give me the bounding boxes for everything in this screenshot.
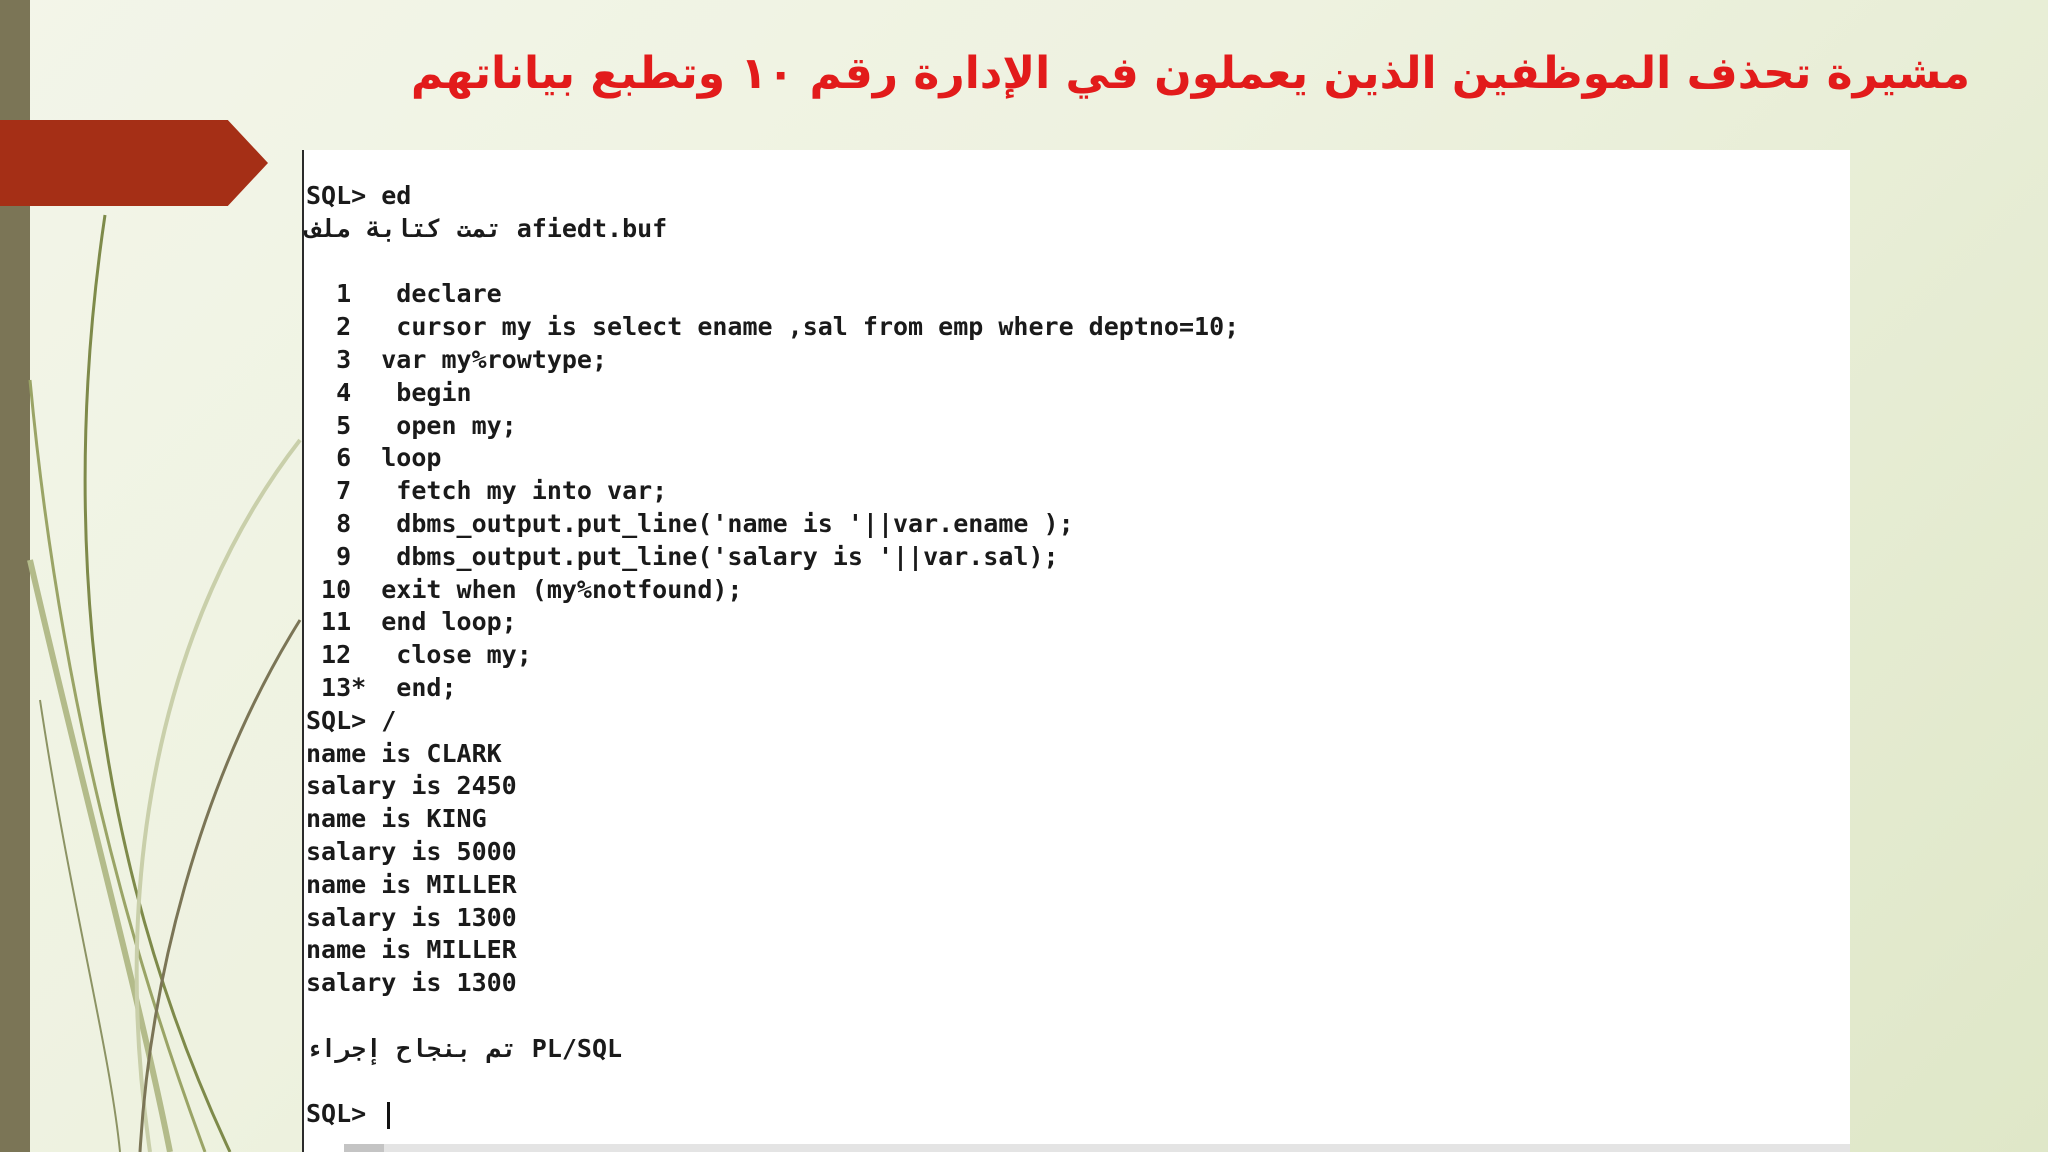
terminal-line-text: 4 begin — [306, 377, 472, 407]
terminal-line: 1 declare — [306, 278, 1239, 311]
terminal-line-text: 12 close my; — [306, 640, 532, 670]
terminal-line-text: name is MILLER — [306, 935, 517, 965]
terminal-line: salary is 5000 — [306, 836, 1239, 869]
terminal-line: 13* end; — [306, 672, 1239, 705]
terminal-line: name is KING — [306, 803, 1239, 836]
terminal-line-text: name is CLARK — [306, 738, 502, 768]
terminal-line: 5 open my; — [306, 410, 1239, 443]
sqlplus-terminal-window[interactable]: SQL> ed تمت كتابة ملف afiedt.buf 1 declar… — [302, 150, 1850, 1152]
decorative-curve — [134, 438, 302, 1152]
terminal-line: name is MILLER — [306, 934, 1239, 967]
terminal-line-text: تم بنجاح إجراء PL/SQL — [306, 1033, 623, 1063]
terminal-line-text: salary is 2450 — [306, 771, 517, 801]
terminal-line: 6 loop — [306, 442, 1239, 475]
terminal-line-text: name is KING — [306, 804, 487, 834]
terminal-line: 12 close my; — [306, 639, 1239, 672]
terminal-line: name is CLARK — [306, 738, 1239, 771]
terminal-line-text: 8 dbms_output.put_line('name is '||var.e… — [306, 508, 1074, 538]
terminal-line-text: SQL> — [306, 1099, 382, 1129]
terminal-line-text: 7 fetch my into var; — [306, 476, 668, 506]
terminal-line-text: SQL> ed — [306, 181, 412, 210]
terminal-line-text: salary is 1300 — [306, 968, 517, 998]
terminal-scrollbar[interactable] — [344, 1144, 1850, 1152]
text-cursor — [387, 1101, 391, 1129]
decorative-curve — [138, 619, 302, 1152]
terminal-line: 3 var my%rowtype; — [306, 344, 1239, 377]
terminal-line-text: SQL> / — [306, 705, 397, 735]
terminal-line: 11 end loop; — [306, 606, 1239, 639]
terminal-line: 2 cursor my is select ename ,sal from em… — [306, 311, 1239, 344]
terminal-line: 4 begin — [306, 377, 1239, 410]
terminal-line: 8 dbms_output.put_line('name is '||var.e… — [306, 508, 1239, 541]
terminal-line: salary is 1300 — [306, 902, 1239, 935]
terminal-line-text: 3 var my%rowtype; — [306, 344, 608, 374]
terminal-line: SQL> / — [306, 705, 1239, 738]
terminal-line-text: 2 cursor my is select ename ,sal from em… — [306, 312, 1240, 342]
title-arrow-marker — [0, 120, 268, 206]
terminal-line-text: تمت كتابة ملف afiedt.buf — [306, 213, 668, 243]
terminal-line: تم بنجاح إجراء PL/SQL — [306, 1033, 1239, 1066]
terminal-line: SQL> — [306, 1098, 1239, 1131]
terminal-line: name is MILLER — [306, 869, 1239, 902]
terminal-line: salary is 1300 — [306, 967, 1239, 1000]
terminal-line-text: 10 exit when (my%notfound); — [306, 574, 743, 604]
terminal-line-text: 9 dbms_output.put_line('salary is '||var… — [306, 541, 1059, 571]
terminal-line: 7 fetch my into var; — [306, 475, 1239, 508]
terminal-scrollbar-thumb[interactable] — [344, 1144, 384, 1152]
terminal-line-text: 6 loop — [306, 443, 442, 473]
slide-title: مشيرة تحذف الموظفين الذين يعملون في الإد… — [410, 48, 1970, 99]
terminal-line-text: 11 end loop; — [306, 607, 517, 637]
terminal-line: 9 dbms_output.put_line('salary is '||var… — [306, 541, 1239, 574]
terminal-line-text: name is MILLER — [306, 869, 517, 899]
terminal-output: SQL> ed تمت كتابة ملف afiedt.buf 1 declar… — [306, 180, 1239, 1131]
terminal-line-text: salary is 5000 — [306, 836, 517, 866]
terminal-line-text: 13* end; — [306, 672, 457, 702]
terminal-line: تمت كتابة ملف afiedt.buf — [306, 213, 1239, 246]
decorative-curve — [28, 379, 207, 1152]
terminal-line: SQL> ed — [306, 180, 1239, 213]
terminal-line-text: 5 open my; — [306, 410, 517, 440]
terminal-line: salary is 2450 — [306, 770, 1239, 803]
terminal-line: 10 exit when (my%notfound); — [306, 574, 1239, 607]
terminal-line-text: salary is 1300 — [306, 902, 517, 932]
terminal-line-text: 1 declare — [306, 279, 502, 309]
